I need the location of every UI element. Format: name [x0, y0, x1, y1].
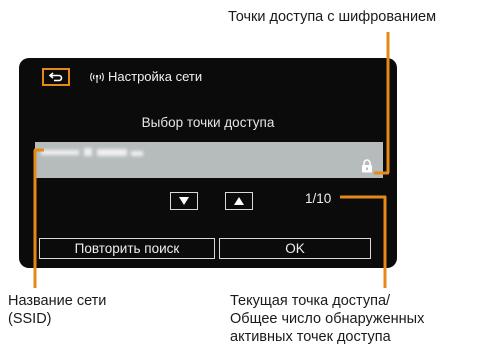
- lock-icon: [362, 159, 372, 173]
- previous-access-point-button[interactable]: [170, 192, 198, 210]
- triangle-up-icon: [234, 197, 244, 205]
- annotation-ssid: Название сети (SSID): [8, 292, 106, 328]
- camera-screen: Настройка сети Выбор точки доступа 1/10 …: [19, 58, 397, 268]
- screen-header: Настройка сети: [19, 58, 397, 92]
- manual-figure: Точки доступа с шифрованием Настройка се…: [0, 0, 478, 355]
- back-button[interactable]: [42, 68, 70, 86]
- retry-search-button[interactable]: Повторить поиск: [39, 238, 215, 259]
- annotation-counter-line2: Общее число обнаруженных: [230, 311, 425, 327]
- annotation-encrypted-access-points: Точки доступа с шифрованием: [228, 9, 437, 25]
- next-access-point-button[interactable]: [225, 192, 253, 210]
- access-point-row[interactable]: [35, 142, 383, 178]
- access-point-counter: 1/10: [305, 191, 332, 206]
- return-arrow-icon: [48, 72, 63, 82]
- access-point-selection-heading: Выбор точки доступа: [141, 115, 275, 130]
- screen-title: Настройка сети: [108, 69, 203, 84]
- triangle-down-icon: [179, 197, 189, 205]
- annotation-ssid-line1: Название сети: [8, 293, 107, 309]
- wireless-signal-icon: [90, 72, 104, 83]
- ssid-value: [41, 147, 171, 159]
- annotation-ssid-line2: (SSID): [8, 311, 52, 327]
- annotation-counter-line1: Текущая точка доступа/: [230, 293, 391, 309]
- annotation-counter-line3: активных точек доступа: [230, 329, 391, 345]
- blurred-ssid-graphic: [41, 148, 143, 156]
- ok-button[interactable]: OK: [219, 238, 371, 259]
- annotation-counter: Текущая точка доступа/ Общее число обнар…: [230, 292, 424, 346]
